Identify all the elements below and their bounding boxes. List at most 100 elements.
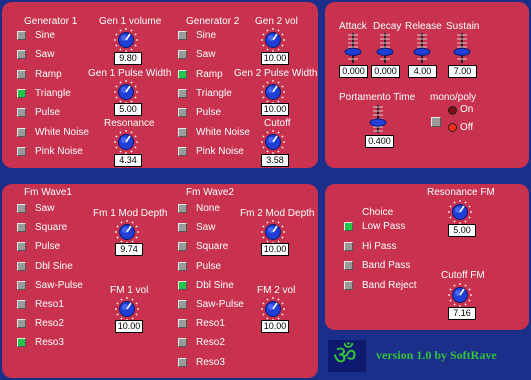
decay-slider[interactable]	[376, 32, 394, 64]
led-indicator-icon[interactable]	[17, 146, 26, 156]
led-indicator-icon[interactable]	[178, 319, 187, 329]
fm1-mod-depth-value[interactable]: 9.74	[115, 243, 143, 256]
led-indicator-icon[interactable]	[17, 261, 26, 271]
resonance-fm-knob[interactable]	[448, 200, 472, 224]
resonance-knob[interactable]	[114, 130, 138, 154]
led-indicator-icon[interactable]	[17, 300, 26, 309]
resonance-fm-value[interactable]: 5.00	[448, 224, 476, 237]
gen1-volume-knob[interactable]	[114, 28, 138, 52]
led-indicator-icon[interactable]	[178, 108, 187, 118]
filter-choice-option[interactable]: Hi Pass	[344, 241, 434, 253]
portamento-value[interactable]: 0.400	[365, 135, 394, 148]
gen1-waveform-option[interactable]: Sine	[17, 30, 107, 42]
off-radio[interactable]	[448, 123, 457, 132]
sustain-value[interactable]: 7.00	[448, 65, 477, 78]
gen2-waveform-option[interactable]: Pink Noise	[178, 146, 268, 158]
fm2-wave-option[interactable]: Saw	[178, 222, 268, 234]
led-indicator-icon[interactable]	[178, 223, 187, 233]
led-indicator-icon[interactable]	[344, 280, 353, 290]
filter-choice-option[interactable]: Band Pass	[344, 260, 434, 272]
gen2-volume-value[interactable]: 10.00	[261, 52, 289, 65]
led-indicator-icon[interactable]	[178, 357, 187, 367]
filter-choice-option[interactable]: Low Pass	[344, 221, 434, 233]
sustain-slider[interactable]	[453, 32, 471, 64]
fm2-mod-depth-value[interactable]: 10.00	[261, 243, 289, 256]
fm1-wave-option[interactable]: Reso2	[17, 318, 107, 330]
led-indicator-icon[interactable]	[178, 300, 187, 309]
fm1-wave-option[interactable]: Reso3	[17, 337, 107, 349]
led-indicator-icon[interactable]	[17, 108, 26, 118]
led-indicator-icon[interactable]	[178, 50, 187, 60]
led-indicator-icon[interactable]	[344, 241, 353, 251]
led-indicator-icon[interactable]	[178, 69, 187, 79]
fm1-mod-depth-knob[interactable]	[115, 220, 139, 244]
gen2-pulse-width-knob[interactable]	[261, 80, 285, 104]
led-indicator-icon[interactable]	[17, 223, 26, 233]
cutoff-value[interactable]: 3.58	[261, 154, 289, 167]
fm1-wave-option[interactable]: Saw-Pulse	[17, 280, 107, 292]
fm1-wave-option[interactable]: Pulse	[17, 241, 107, 253]
led-indicator-icon[interactable]	[178, 127, 187, 137]
fm1-vol-knob[interactable]	[115, 297, 139, 321]
gen1-waveform-option[interactable]: Saw	[17, 49, 107, 61]
led-indicator-icon[interactable]	[178, 261, 187, 271]
fm2-wave-option[interactable]: Reso3	[178, 357, 268, 369]
led-indicator-icon[interactable]	[178, 338, 187, 348]
fm2-vol-knob[interactable]	[261, 297, 285, 321]
led-indicator-icon[interactable]	[344, 222, 353, 231]
led-indicator-icon[interactable]	[344, 261, 353, 270]
led-indicator-icon[interactable]	[17, 280, 26, 290]
led-indicator-icon[interactable]	[17, 319, 26, 329]
release-slider[interactable]	[413, 32, 431, 64]
fm2-mod-depth-knob[interactable]	[261, 220, 285, 244]
gen1-pulse-width-knob[interactable]	[114, 80, 138, 104]
gen1-waveform-option[interactable]: Triangle	[17, 88, 107, 100]
fm2-wave-option[interactable]: Saw-Pulse	[178, 299, 268, 311]
led-indicator-icon[interactable]	[17, 69, 26, 79]
gen2-volume-knob[interactable]	[261, 28, 285, 52]
fm2-wave-option[interactable]: Reso2	[178, 337, 268, 349]
fm2-wave-option[interactable]: Dbl Sine	[178, 280, 268, 292]
cutoff-fm-knob[interactable]	[448, 283, 472, 307]
cutoff-knob[interactable]	[261, 130, 285, 154]
led-indicator-icon[interactable]	[17, 242, 26, 252]
fm1-wave-option[interactable]: Dbl Sine	[17, 261, 107, 273]
attack-slider[interactable]	[344, 32, 362, 64]
gen2-waveform-option[interactable]: Saw	[178, 49, 268, 61]
gen1-pulse-width-value[interactable]: 5.00	[114, 103, 142, 116]
fm2-vol-value[interactable]: 10.00	[261, 320, 289, 333]
led-indicator-icon[interactable]	[17, 31, 26, 40]
on-radio[interactable]	[448, 106, 457, 115]
led-indicator-icon[interactable]	[17, 127, 26, 137]
gen2-waveform-option[interactable]: Sine	[178, 30, 268, 42]
gen2-waveform-option[interactable]: Triangle	[178, 88, 268, 100]
fm2-wave-option[interactable]: Pulse	[178, 261, 268, 273]
portamento-slider[interactable]	[369, 104, 387, 134]
fm1-wave-option[interactable]: Reso1	[17, 299, 107, 311]
resonance-value[interactable]: 4.34	[114, 154, 142, 167]
attack-value[interactable]: 0.000	[339, 65, 368, 78]
led-indicator-icon[interactable]	[17, 204, 26, 213]
release-value[interactable]: 4.00	[408, 65, 437, 78]
led-indicator-icon[interactable]	[178, 242, 187, 252]
gen1-waveform-option[interactable]: Pink Noise	[17, 146, 107, 158]
led-indicator-icon[interactable]	[178, 204, 187, 213]
fm2-wave-option[interactable]: Square	[178, 241, 268, 253]
led-indicator-icon[interactable]	[178, 280, 187, 290]
led-indicator-icon[interactable]	[17, 50, 26, 60]
cutoff-fm-value[interactable]: 7.16	[448, 307, 476, 320]
led-indicator-icon[interactable]	[178, 146, 187, 156]
gen2-waveform-option[interactable]: Pulse	[178, 107, 268, 119]
fm1-vol-value[interactable]: 10.00	[115, 320, 143, 333]
led-indicator-icon[interactable]	[178, 31, 187, 40]
gen2-waveform-option[interactable]: White Noise	[178, 127, 268, 139]
gen1-waveform-option[interactable]: Pulse	[17, 107, 107, 119]
led-indicator-icon[interactable]	[178, 88, 187, 98]
fm1-wave-option[interactable]: Square	[17, 222, 107, 234]
fm2-wave-option[interactable]: Reso1	[178, 318, 268, 330]
gen2-pulse-width-value[interactable]: 10.00	[261, 103, 289, 116]
filter-choice-option[interactable]: Band Reject	[344, 280, 434, 292]
gen1-volume-value[interactable]: 9.80	[114, 52, 142, 65]
gen1-waveform-option[interactable]: White Noise	[17, 127, 107, 139]
led-indicator-icon[interactable]	[17, 88, 26, 98]
